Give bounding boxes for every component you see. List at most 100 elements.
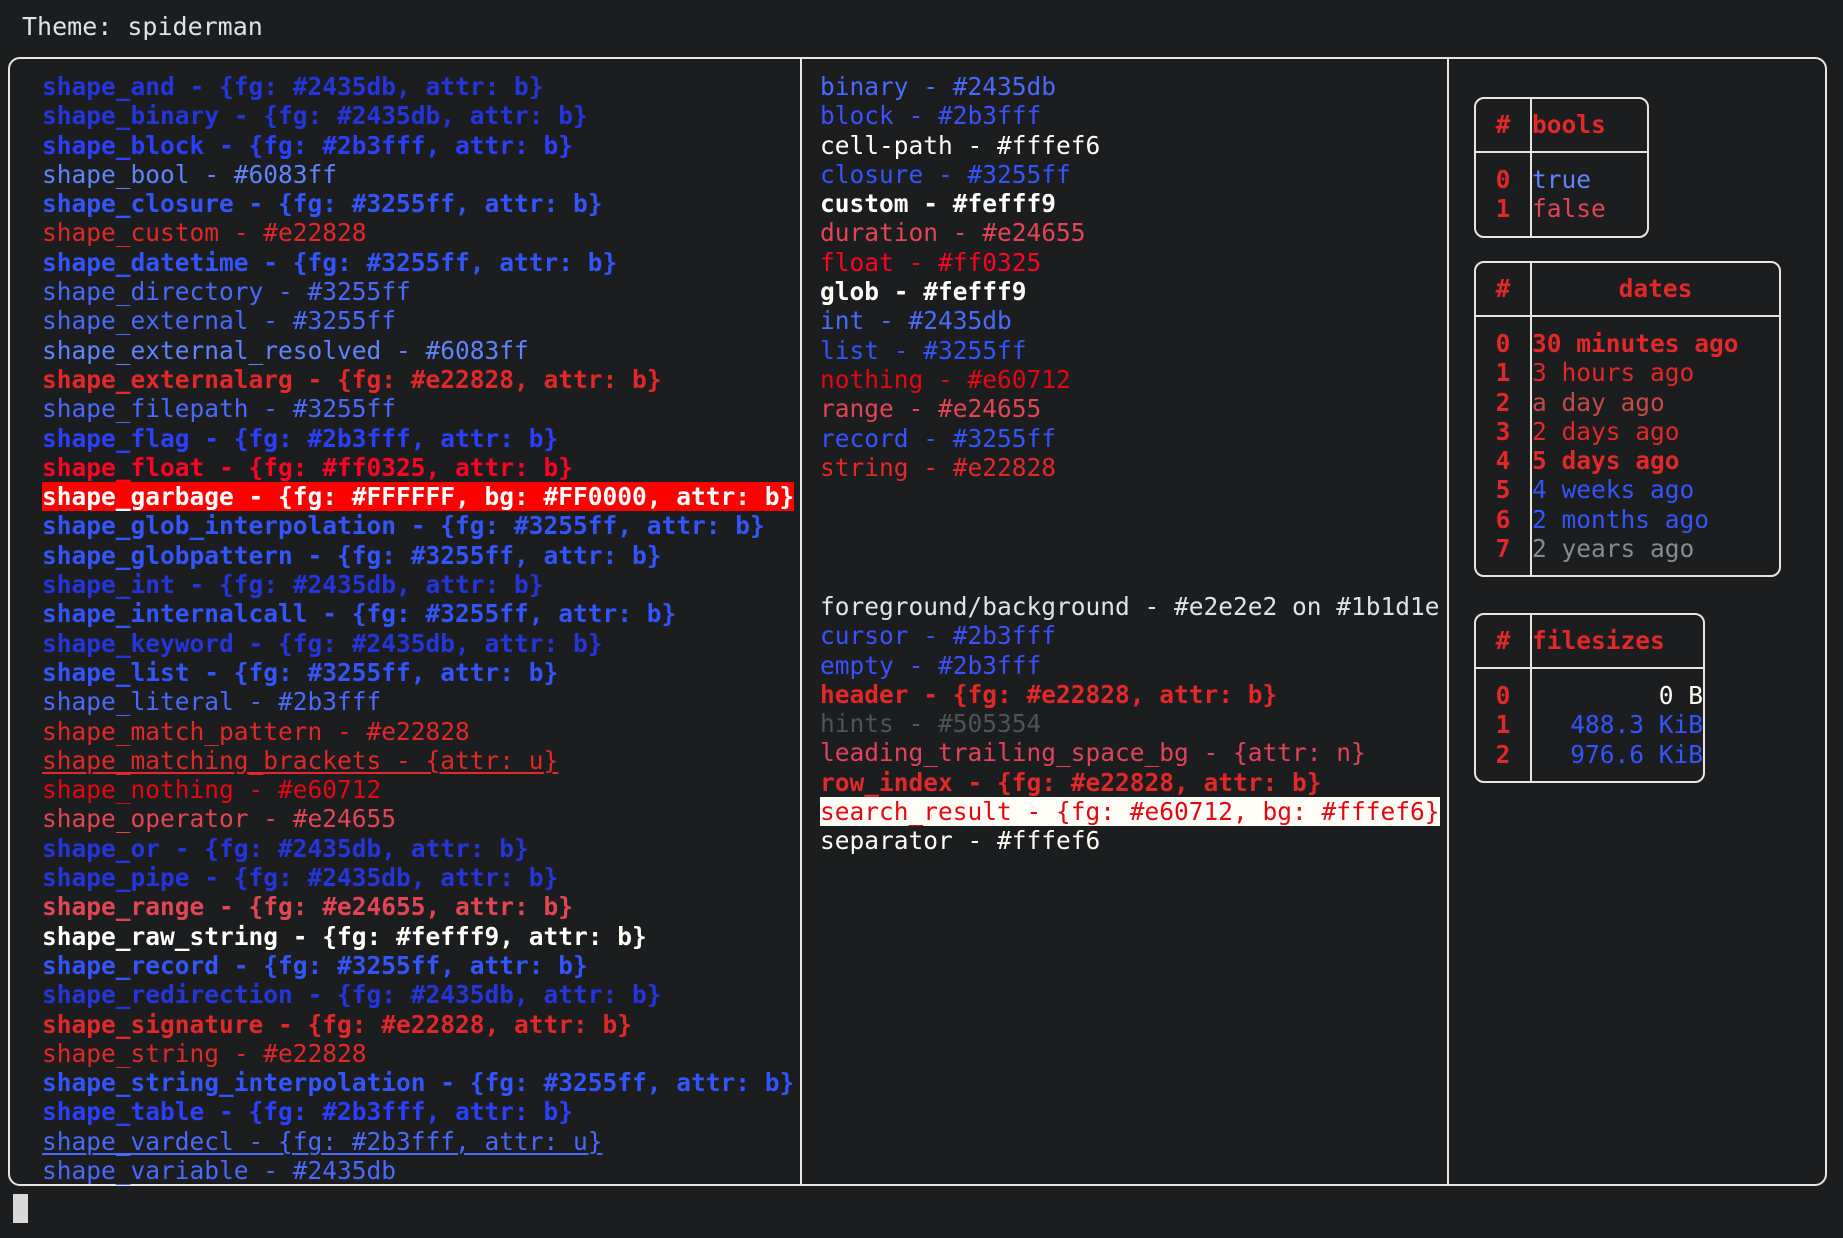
ui-element-line: leading_trailing_space_bg - {attr: n} — [820, 738, 1366, 768]
table-row: 0 0 B — [1476, 668, 1703, 711]
shape-line: shape_matching_brackets - {attr: u} — [42, 745, 559, 775]
shape-color-list: shape_and - {fg: #2435db, attr: b} shape_… — [42, 72, 795, 1185]
shape-line: shape_keyword - {fg: #2435db, attr: b} — [42, 628, 603, 658]
type-color-list: binary - #2435db block - #2b3fff cell-path… — [820, 72, 1100, 482]
shape-line: shape_external - #3255ff — [42, 306, 397, 336]
table-row: 2 976.6 KiB — [1476, 739, 1703, 781]
bools-row-index: 1 — [1476, 194, 1532, 236]
shape-line: shape_glob_interpolation - {fg: #3255ff,… — [42, 511, 765, 541]
shape-line: shape_garbage - {fg: #FFFFFF, bg: #FF000… — [42, 482, 795, 512]
filesizes-row-index: 2 — [1476, 739, 1532, 781]
dates-row-value: 2 years ago — [1532, 534, 1695, 564]
shape-line: shape_vardecl - {fg: #2b3fff, attr: u} — [42, 1126, 603, 1156]
shape-line: shape_redirection - {fg: #2435db, attr: … — [42, 980, 662, 1010]
dates-row-value: 2 months ago — [1532, 504, 1710, 534]
dates-row-value: 4 weeks ago — [1532, 475, 1695, 505]
column-divider-2 — [1447, 57, 1449, 1186]
ui-element-line: row_index - {fg: #e22828, attr: b} — [820, 767, 1322, 797]
dates-row-index: 1 — [1476, 358, 1532, 388]
type-line: range - #e24655 — [820, 394, 1042, 424]
table-row: 1 488.3 KiB — [1476, 710, 1703, 740]
dates-row-value: 2 days ago — [1532, 416, 1680, 446]
dates-row-value: a day ago — [1532, 387, 1665, 417]
column-divider-1 — [800, 57, 802, 1186]
filesizes-row-value: 976.6 KiB — [1570, 739, 1703, 769]
shape-line: shape_list - {fg: #3255ff, attr: b} — [42, 657, 559, 687]
shape-line: shape_variable - #2435db — [42, 1155, 397, 1185]
ui-color-list: foreground/background - #e2e2e2 on #1b1d… — [820, 592, 1440, 856]
table-row: 0 true — [1476, 152, 1647, 195]
type-line: block - #2b3fff — [820, 101, 1042, 131]
type-line: nothing - #e60712 — [820, 364, 1071, 394]
ui-element-line: foreground/background - #e2e2e2 on #1b1d… — [820, 592, 1440, 621]
ui-element-line: header - {fg: #e22828, attr: b} — [820, 679, 1278, 709]
dates-row-index: 3 — [1476, 416, 1532, 447]
shape-line: shape_flag - {fg: #2b3fff, attr: b} — [42, 423, 559, 453]
type-line: record - #3255ff — [820, 423, 1057, 453]
type-line: custom - #fefff9 — [820, 189, 1057, 219]
terminal-screen: Theme: spiderman shape_and - {fg: #2435d… — [0, 0, 1843, 1238]
dates-row-value: 30 minutes ago — [1532, 329, 1739, 358]
type-line: duration - #e24655 — [820, 218, 1086, 248]
type-line: list - #3255ff — [820, 335, 1027, 365]
shape-line: shape_float - {fg: #ff0325, attr: b} — [42, 452, 574, 482]
table-row: 72 years ago — [1476, 534, 1779, 576]
shape-line: shape_operator - #e24655 — [42, 804, 397, 834]
shape-line: shape_or - {fg: #2435db, attr: b} — [42, 833, 529, 863]
shape-line: shape_custom - #e22828 — [42, 218, 367, 248]
dates-row-index: 0 — [1476, 316, 1532, 359]
bools-row-index: 0 — [1476, 152, 1532, 195]
bools-row-value: false — [1532, 194, 1606, 224]
shape-line: shape_table - {fg: #2b3fff, attr: b} — [42, 1097, 574, 1127]
shape-line: shape_block - {fg: #2b3fff, attr: b} — [42, 130, 574, 160]
shape-line: shape_and - {fg: #2435db, attr: b} — [42, 72, 544, 101]
shape-line: shape_match_pattern - #e22828 — [42, 716, 470, 746]
dates-row-value: 3 hours ago — [1532, 358, 1695, 388]
filesizes-row-value: 0 B — [1658, 681, 1703, 710]
shape-line: shape_bool - #6083ff — [42, 159, 338, 189]
shape-line: shape_raw_string - {fg: #fefff9, attr: b… — [42, 921, 647, 951]
filesizes-table: # filesizes 0 0 B 1 488.3 KiB 2 976.6 KiB — [1474, 613, 1705, 783]
shape-line: shape_globpattern - {fg: #3255ff, attr: … — [42, 540, 662, 570]
filesizes-row-index: 0 — [1476, 668, 1532, 711]
dates-row-index: 5 — [1476, 475, 1532, 505]
shape-line: shape_filepath - #3255ff — [42, 394, 397, 424]
type-line: binary - #2435db — [820, 72, 1057, 101]
ui-element-line: empty - #2b3fff — [820, 650, 1042, 680]
table-row: 1 false — [1476, 194, 1647, 236]
dates-row-index: 6 — [1476, 504, 1532, 535]
shape-line: shape_internalcall - {fg: #3255ff, attr:… — [42, 599, 677, 629]
shape-line: shape_literal - #2b3fff — [42, 687, 382, 717]
table-row: 32 days ago — [1476, 416, 1779, 447]
shape-line: shape_closure - {fg: #3255ff, attr: b} — [42, 189, 603, 219]
table-row: 0 30 minutes ago — [1476, 316, 1779, 359]
shape-line: shape_external_resolved - #6083ff — [42, 335, 529, 365]
shape-line: shape_string_interpolation - {fg: #3255f… — [42, 1068, 795, 1098]
shape-line: shape_int - {fg: #2435db, attr: b} — [42, 570, 544, 600]
filesizes-row-value: 488.3 KiB — [1570, 710, 1703, 740]
shape-line: shape_range - {fg: #e24655, attr: b} — [42, 892, 574, 922]
type-line: int - #2435db — [820, 306, 1012, 336]
theme-title: Theme: spiderman — [22, 12, 263, 41]
ui-element-line: cursor - #2b3fff — [820, 621, 1057, 651]
type-line: glob - #fefff9 — [820, 277, 1027, 307]
bools-header-index: # — [1476, 99, 1532, 153]
dates-row-value: 5 days ago — [1532, 446, 1680, 476]
block-cursor[interactable] — [13, 1194, 28, 1223]
shape-line: shape_nothing - #e60712 — [42, 775, 382, 805]
table-row: 62 months ago — [1476, 504, 1779, 535]
shape-line: shape_directory - #3255ff — [42, 277, 411, 307]
type-line: cell-path - #fffef6 — [820, 130, 1101, 160]
dates-table: # dates 0 30 minutes ago 1 3 hours ago 2 a da… — [1474, 261, 1781, 578]
bools-table: # bools 0 true 1 false — [1474, 97, 1649, 238]
ui-element-line: search_result - {fg: #e60712, bg: #fffef… — [820, 797, 1440, 827]
dates-row-index: 4 — [1476, 446, 1532, 476]
ui-element-line: hints - #505354 — [820, 709, 1042, 739]
table-row: 13 hours ago — [1476, 358, 1779, 388]
type-line: string - #e22828 — [820, 452, 1057, 482]
type-line: float - #ff0325 — [820, 247, 1042, 277]
shape-line: shape_datetime - {fg: #3255ff, attr: b} — [42, 247, 618, 277]
table-row: 2a day ago — [1476, 387, 1779, 417]
bools-header-value: bools — [1531, 99, 1647, 153]
shape-line: shape_pipe - {fg: #2435db, attr: b} — [42, 863, 559, 893]
